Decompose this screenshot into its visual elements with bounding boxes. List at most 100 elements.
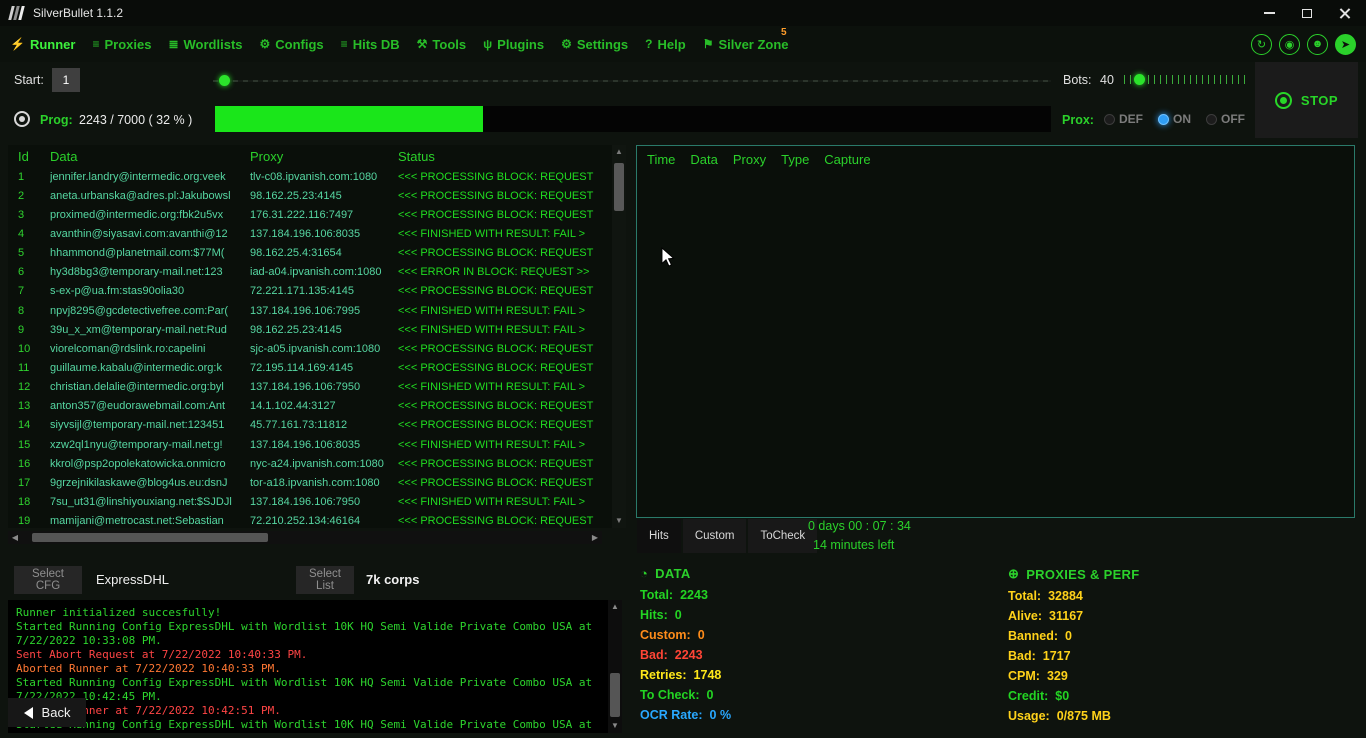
table-row[interactable]: 1jennifer.landry@intermedic.org:veektlv-… [8,167,626,186]
column-header: Time [647,152,675,167]
table-row[interactable]: 5hhammond@planetmail.com:$77M(98.162.25.… [8,244,626,263]
console-scroll-up-icon[interactable]: ▲ [608,600,622,614]
table-row[interactable]: 11guillaume.kabalu@intermedic.org:k72.19… [8,358,626,377]
horizontal-scroll-thumb[interactable] [32,533,268,542]
table-row[interactable]: 16kkrol@psp2opolekatowicka.onmicronyc-a2… [8,454,626,473]
minimize-button[interactable] [1258,4,1280,22]
cell-data: npvj8295@gcdetectivefree.com:Par( [50,305,250,317]
stat-line: OCR Rate:0 % [640,708,980,722]
table-row[interactable]: 179grzejnikilaskawe@blog4us.eu:dsnJtor-a… [8,473,626,492]
config-name: ExpressDHL [96,572,169,587]
start-input[interactable] [52,68,80,92]
cell-id: 16 [8,458,50,470]
console-scroll-down-icon[interactable]: ▼ [608,719,622,733]
menu-item-help[interactable]: ?Help [645,37,686,52]
cell-id: 8 [8,305,50,317]
table-row[interactable]: 939u_x_xm@temporary-mail.net:Rud98.162.2… [8,320,626,339]
console-line: Started Running Config ExpressDHL with W… [16,718,602,732]
discord-icon[interactable]: ☻ [1307,34,1328,55]
scroll-down-icon[interactable]: ▼ [612,514,626,528]
tab-tocheck[interactable]: ToCheck [748,519,817,553]
stop-button[interactable]: STOP [1255,62,1358,138]
cell-proxy: tlv-c08.ipvanish.com:1080 [250,171,398,183]
cell-id: 14 [8,419,50,431]
data-stats-body: Total:2243Hits:0Custom:0Bad:2243Retries:… [640,588,980,722]
close-button[interactable] [1334,4,1356,22]
telegram-icon[interactable]: ➤ [1335,34,1356,55]
stat-label: Bad: [640,648,668,662]
scroll-up-icon[interactable]: ▲ [612,145,626,159]
prox-option-off[interactable]: OFF [1206,112,1245,126]
table-row[interactable]: 8npvj8295@gcdetectivefree.com:Par(137.18… [8,301,626,320]
menu-item-settings[interactable]: ⚙Settings [561,37,628,52]
table-row[interactable]: 12christian.delalie@intermedic.org:byl13… [8,378,626,397]
progress-value: 2243 / 7000 ( 32 % ) [79,113,192,127]
cell-id: 12 [8,381,50,393]
maximize-button[interactable] [1296,4,1318,22]
stat-line: Banned:0 [1008,629,1348,643]
proxies-icon: ≡ [92,37,99,51]
vertical-scroll-thumb[interactable] [614,163,624,211]
stat-value: 0 [1065,629,1072,643]
table-row[interactable]: 3proximed@intermedic.org:fbk2u5vx176.31.… [8,205,626,224]
bots-slider-thumb[interactable] [1134,74,1145,85]
console-scroll-thumb[interactable] [610,673,620,717]
table-row[interactable]: 6hy3d8bg3@temporary-mail.net:123iad-a04.… [8,263,626,282]
start-slider-thumb[interactable] [219,75,230,86]
menu-item-configs[interactable]: ⚙Configs [260,37,324,52]
cell-status: <<< FINISHED WITH RESULT: FAIL > [398,496,626,508]
cell-proxy: 45.77.161.73:11812 [250,419,398,431]
table-row[interactable]: 187su_ut31@linshiyouxiang.net:$SJDJl137.… [8,492,626,511]
tab-hits[interactable]: Hits [637,519,681,553]
table-row[interactable]: 4avanthin@siyasavi.com:avanthi@12137.184… [8,224,626,243]
menu-item-runner[interactable]: ⚡Runner [10,37,75,52]
back-button[interactable]: Back [8,698,86,727]
menu-item-wordlists[interactable]: ≣Wordlists [168,37,242,52]
data-stats: ◔ DATA Total:2243Hits:0Custom:0Bad:2243R… [640,566,980,721]
menu-item-hits-db[interactable]: ≡Hits DB [341,37,400,52]
table-row[interactable]: 2aneta.urbanska@adres.pl:Jakubowsl98.162… [8,186,626,205]
menu-item-silver-zone[interactable]: ⚑Silver Zone5 [703,37,789,52]
cell-proxy: tor-a18.ipvanish.com:1080 [250,477,398,489]
quick-icons: ↻ ◉ ☻ ➤ [1251,34,1356,55]
camera-icon[interactable]: ◉ [1279,34,1300,55]
menu-item-tools[interactable]: ⚒Tools [417,37,466,52]
window-title: SilverBullet 1.1.2 [33,6,123,20]
table-row[interactable]: 19mamijani@metrocast.net:Sebastian72.210… [8,512,626,531]
cell-proxy: 72.210.252.134:46164 [250,515,398,527]
cell-proxy: 98.162.25.23:4145 [250,190,398,202]
console-scrollbar[interactable]: ▲ ▼ [608,600,622,733]
prox-option-def[interactable]: DEF [1104,112,1143,126]
menu-item-plugins[interactable]: ψPlugins [483,37,544,52]
start-slider[interactable] [213,74,1051,87]
scroll-left-icon[interactable]: ◀ [8,533,22,542]
tab-custom[interactable]: Custom [683,519,747,553]
history-icon[interactable]: ↻ [1251,34,1272,55]
prox-option-on[interactable]: ON [1158,112,1191,126]
hits-panel: TimeDataProxyTypeCapture [636,145,1355,518]
table-row[interactable]: 7s-ex-p@ua.fm:stas90olia3072.221.171.135… [8,282,626,301]
menu-item-proxies[interactable]: ≡Proxies [92,37,151,52]
results-horizontal-scrollbar[interactable]: ◀ ▶ [8,531,602,544]
stat-value: 1748 [694,668,722,682]
table-row[interactable]: 14siyvsijl@temporary-mail.net:12345145.7… [8,416,626,435]
cell-status: <<< PROCESSING BLOCK: REQUEST [398,285,626,297]
results-vertical-scrollbar[interactable]: ▲ ▼ [612,145,626,528]
bots-slider[interactable] [1124,72,1248,86]
table-row[interactable]: 10viorelcoman@rdslink.ro:capelinisjc-a05… [8,339,626,358]
stat-label: Usage: [1008,709,1050,723]
column-header: Id [8,149,50,164]
menu-item-label: Runner [30,37,76,52]
select-cfg-button[interactable]: Select CFG [14,566,82,594]
table-row[interactable]: 15xzw2ql1nyu@temporary-mail.net:g!137.18… [8,435,626,454]
prox-options: DEF ON OFF [1104,112,1245,126]
scroll-right-icon[interactable]: ▶ [588,533,602,542]
stat-value: 1717 [1043,649,1071,663]
table-row[interactable]: 13anton357@eudorawebmail.com:Ant14.1.102… [8,397,626,416]
cell-data: anton357@eudorawebmail.com:Ant [50,400,250,412]
select-list-button[interactable]: Select List [296,566,354,594]
cell-status: <<< FINISHED WITH RESULT: FAIL > [398,381,626,393]
cell-data: s-ex-p@ua.fm:stas90olia30 [50,285,250,297]
stat-value: 32884 [1048,589,1083,603]
wordlists-icon: ≣ [168,37,178,51]
